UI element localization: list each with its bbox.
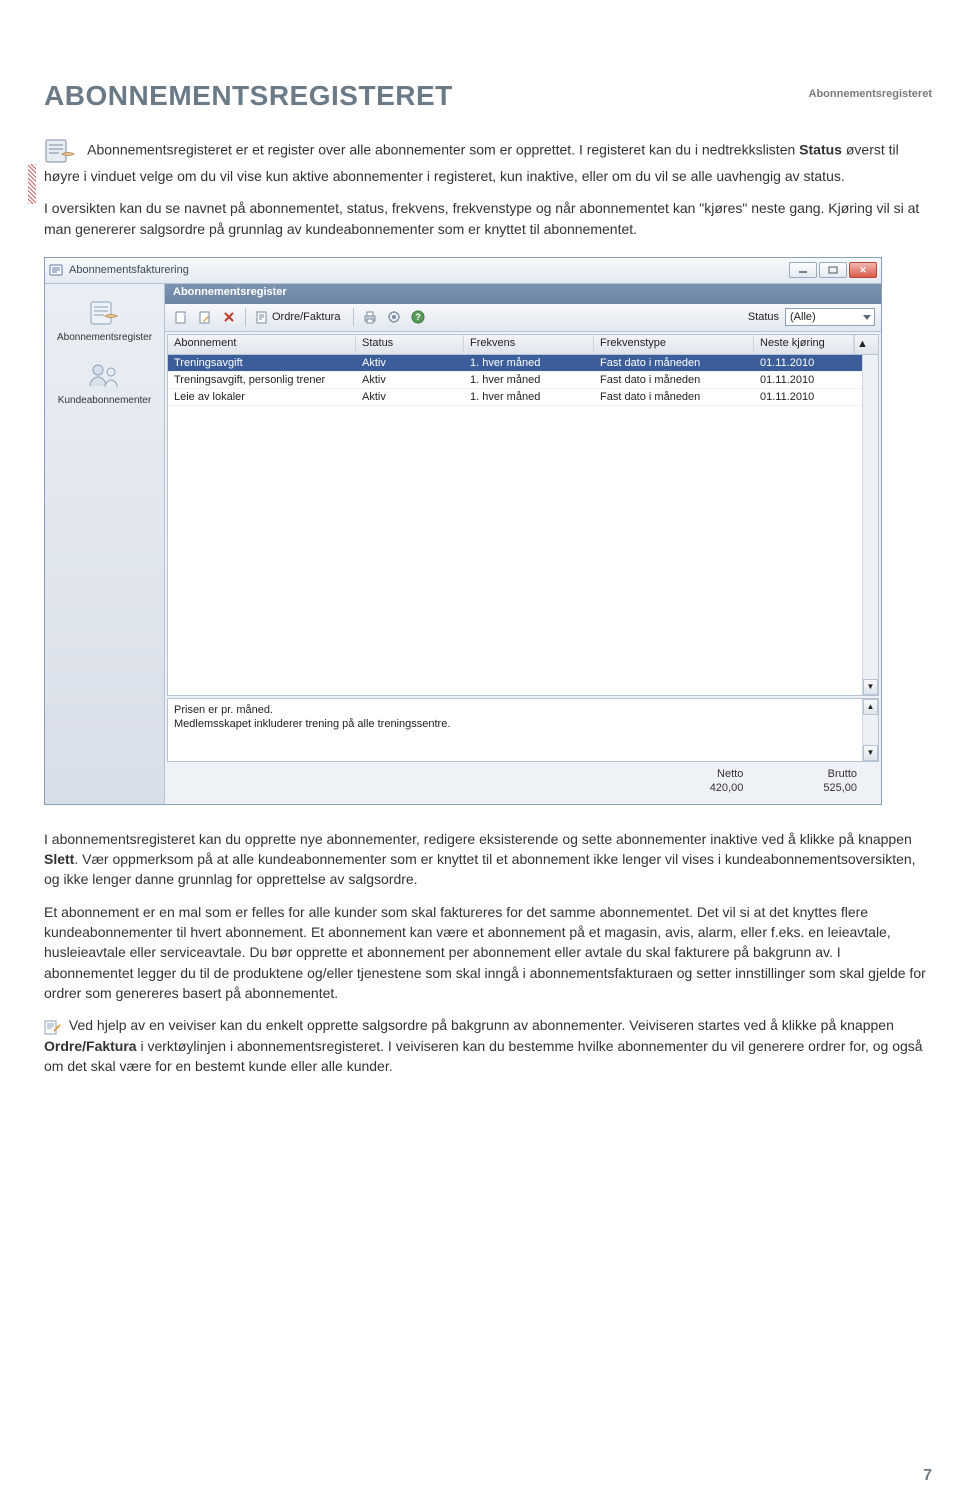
toolbar-separator [353, 308, 354, 326]
after-paragraph-2: Et abonnement er en mal som er felles fo… [44, 902, 932, 1003]
page-title: ABONNEMENTSREGISTERET [44, 80, 932, 112]
new-button[interactable] [171, 307, 191, 327]
cell-abonnement: Leie av lokaler [168, 389, 356, 405]
cell-neste: 01.11.2010 [754, 372, 854, 388]
cell-abonnement: Treningsavgift, personlig trener [168, 372, 356, 388]
after-3a: Ved hjelp av en veiviser kan du enkelt o… [69, 1017, 894, 1033]
document-icon [255, 310, 269, 324]
app-window: Abonnementsfakturering ✕ Abonnementsregi… [44, 257, 882, 805]
scroll-up-arrow[interactable]: ▲ [854, 335, 870, 354]
col-header-status[interactable]: Status [356, 335, 464, 354]
page-number: 7 [923, 1467, 932, 1485]
after-paragraph-1: I abonnementsregisteret kan du opprette … [44, 829, 932, 890]
cell-frekvenstype: Fast dato i måneden [594, 372, 754, 388]
sidebar-label-0: Abonnementsregister [49, 332, 160, 343]
intro-paragraph-2: I oversikten kan du se navnet på abonnem… [44, 198, 932, 239]
col-header-abonnement[interactable]: Abonnement [168, 335, 356, 354]
scroll-down-arrow[interactable]: ▼ [863, 679, 878, 695]
cell-status: Aktiv [356, 372, 464, 388]
grid: Abonnement Status Frekvens Frekvenstype … [167, 334, 879, 696]
description-scrollbar[interactable]: ▲ ▼ [862, 699, 878, 761]
running-header: Abonnementsregisteret [809, 88, 932, 100]
cell-neste: 01.11.2010 [754, 355, 854, 371]
after-1c: . Vær oppmerksom på at alle kundeabonnem… [44, 851, 916, 887]
settings-button[interactable] [384, 307, 404, 327]
cell-frekvenstype: Fast dato i måneden [594, 389, 754, 405]
cell-frekvens: 1. hver måned [464, 355, 594, 371]
scroll-up-arrow[interactable]: ▲ [863, 699, 878, 715]
maximize-button[interactable] [819, 262, 847, 278]
intro-paragraph-1: Abonnementsregisteret er et register ove… [44, 136, 932, 186]
sidebar-item-abonnementsregister[interactable]: Abonnementsregister [45, 290, 164, 353]
edit-button[interactable] [195, 307, 215, 327]
cell-frekvens: 1. hver måned [464, 372, 594, 388]
close-button[interactable]: ✕ [849, 262, 877, 278]
netto-value: 420,00 [710, 782, 744, 794]
col-header-neste[interactable]: Neste kjøring [754, 335, 854, 354]
slett-bold: Slett [44, 851, 74, 867]
totals-bar: Netto 420,00 Brutto 525,00 [165, 764, 881, 804]
customers-icon [87, 361, 123, 391]
ordre-faktura-bold: Ordre/Faktura [44, 1038, 137, 1054]
titlebar[interactable]: Abonnementsfakturering ✕ [45, 258, 881, 284]
print-button[interactable] [360, 307, 380, 327]
table-row[interactable]: Leie av lokaler Aktiv 1. hver måned Fast… [168, 389, 878, 406]
table-row[interactable]: Treningsavgift Aktiv 1. hver måned Fast … [168, 355, 878, 372]
grid-header: Abonnement Status Frekvens Frekvenstype … [168, 335, 878, 355]
status-filter-label: Status [748, 311, 779, 323]
after-3c: i verktøylinjen i abonnementsregisteret.… [44, 1038, 923, 1074]
status-dropdown-value: (Alle) [790, 311, 816, 323]
heading-accent [28, 164, 36, 204]
table-row[interactable]: Treningsavgift, personlig trener Aktiv 1… [168, 372, 878, 389]
description-box[interactable]: Prisen er pr. måned. Medlemsskapet inklu… [167, 698, 879, 762]
cell-status: Aktiv [356, 389, 464, 405]
cell-frekvens: 1. hver måned [464, 389, 594, 405]
brutto-value: 525,00 [823, 782, 857, 794]
col-header-frekvenstype[interactable]: Frekvenstype [594, 335, 754, 354]
description-line-2: Medlemsskapet inkluderer trening på alle… [174, 717, 872, 731]
sidebar-label-1: Kundeabonnementer [49, 395, 160, 406]
svg-text:?: ? [416, 312, 422, 322]
cell-frekvenstype: Fast dato i måneden [594, 355, 754, 371]
sidebar: Abonnementsregister Kundeabonnementer [45, 284, 165, 804]
ordre-faktura-button[interactable]: Ordre/Faktura [252, 307, 347, 327]
col-header-frekvens[interactable]: Frekvens [464, 335, 594, 354]
window-title: Abonnementsfakturering [69, 264, 789, 276]
status-filter: Status (Alle) [748, 308, 875, 326]
scroll-down-arrow[interactable]: ▼ [863, 745, 878, 761]
status-bold: Status [799, 142, 842, 158]
netto-label: Netto [710, 768, 744, 780]
grid-rows: Treningsavgift Aktiv 1. hver måned Fast … [168, 355, 878, 695]
register-icon [44, 136, 78, 166]
cell-status: Aktiv [356, 355, 464, 371]
toolbar-separator [245, 308, 246, 326]
cell-abonnement: Treningsavgift [168, 355, 356, 371]
brutto-label: Brutto [823, 768, 857, 780]
panel-header: Abonnementsregister [165, 284, 881, 304]
after-1a: I abonnementsregisteret kan du opprette … [44, 831, 912, 847]
register-icon [87, 298, 123, 328]
cell-neste: 01.11.2010 [754, 389, 854, 405]
description-line-1: Prisen er pr. måned. [174, 703, 872, 717]
toolbar: Ordre/Faktura ? Status (Alle) [165, 304, 881, 332]
main-panel: Abonnementsregister Ordre/Faktura ? [165, 284, 881, 804]
wizard-icon [44, 1019, 62, 1035]
delete-button[interactable] [219, 307, 239, 327]
minimize-button[interactable] [789, 262, 817, 278]
ordre-faktura-label: Ordre/Faktura [272, 311, 340, 323]
app-icon [49, 263, 63, 277]
after-paragraph-3: Ved hjelp av en veiviser kan du enkelt o… [44, 1015, 932, 1076]
help-button[interactable]: ? [408, 307, 428, 327]
sidebar-item-kundeabonnementer[interactable]: Kundeabonnementer [45, 353, 164, 416]
status-dropdown[interactable]: (Alle) [785, 308, 875, 326]
intro-text-1a: Abonnementsregisteret er et register ove… [87, 142, 799, 158]
vertical-scrollbar[interactable]: ▼ [862, 355, 878, 695]
